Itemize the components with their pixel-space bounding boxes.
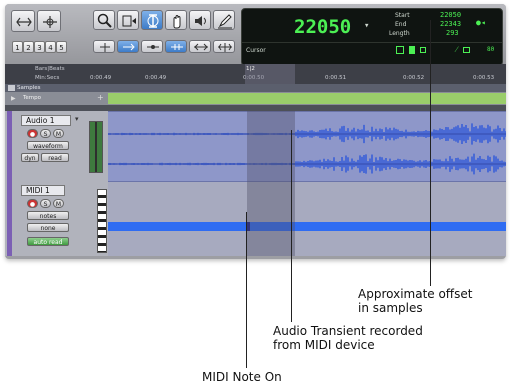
end-label: End: [395, 21, 407, 28]
dyn-button[interactable]: dyn: [21, 153, 39, 162]
min-secs-ruler-label: Min:Secs: [35, 75, 60, 81]
nudge-icon[interactable]: [409, 46, 415, 54]
link-timeline-button[interactable]: [93, 40, 115, 53]
trim-tool[interactable]: [117, 10, 139, 30]
counter-divider: [242, 42, 502, 43]
midi-keyboard[interactable]: [97, 189, 107, 253]
offset-annotation-line1: Approximate offset: [358, 287, 473, 301]
record-enable-button[interactable]: ●: [27, 129, 38, 138]
spot-mode-button[interactable]: [37, 10, 61, 32]
ruler-tick-4: 0:00.52: [403, 75, 425, 81]
ruler-tick-3: 0:00.51: [325, 75, 347, 81]
tab-to-transient-button[interactable]: [117, 40, 139, 53]
zoom-preset-5[interactable]: 5: [56, 41, 67, 53]
midi-view-selector[interactable]: notes: [27, 211, 69, 220]
scrubber-tool[interactable]: [189, 10, 211, 30]
audio-waveform: [108, 123, 506, 175]
ruler-menu-icon[interactable]: [8, 85, 15, 91]
ruler-marker-label: 1|2: [246, 66, 255, 72]
nudge-grid-icon[interactable]: [463, 47, 470, 53]
mirror-midi-button[interactable]: [141, 40, 163, 53]
offset-annotation-line2: in samples: [358, 301, 423, 315]
timeline-selection[interactable]: [247, 111, 295, 256]
tempo-label: Tempo: [23, 95, 42, 101]
main-counter-value[interactable]: 22050: [294, 16, 351, 38]
ruler-tick-5: 0:00.53: [473, 75, 495, 81]
offset-callout-line: [430, 20, 431, 286]
sync-indicator-icon: ●◂: [476, 18, 486, 27]
note-on-annotation: MIDI Note On: [202, 370, 282, 384]
audio-track-color-bar: [7, 111, 12, 181]
midi-track-name-box[interactable]: MIDI 1: [21, 185, 65, 196]
midi-automation-mode-selector[interactable]: auto read: [27, 237, 69, 246]
grid-icon[interactable]: [396, 46, 404, 54]
midi-track-color-bar: [7, 181, 12, 256]
ruler-tick-1: 0:00.49: [145, 75, 167, 81]
mute-button[interactable]: M: [53, 129, 64, 138]
insertion-follows-playback-button[interactable]: [165, 40, 187, 53]
tempo-expand-icon[interactable]: ▶: [11, 95, 16, 102]
midi-record-enable-button[interactable]: ●: [27, 199, 38, 208]
pencil-small-icon[interactable]: ⁄: [456, 45, 457, 54]
start-label: Start: [395, 12, 410, 19]
track-view-selector[interactable]: waveform: [27, 141, 69, 150]
audio-track-menu-icon[interactable]: ▾: [75, 115, 79, 123]
tempo-lane: [108, 93, 506, 104]
transient-callout-line: [291, 130, 292, 322]
zoom-tool[interactable]: [93, 10, 115, 30]
length-value[interactable]: 293: [446, 29, 459, 37]
main-counter-display: 22050 ▾ Start End Length 22050 22343 293…: [241, 8, 503, 66]
transient-annotation-line2: from MIDI device: [273, 338, 375, 352]
note-on-callout-line: [246, 212, 247, 368]
zoom-toggle-button[interactable]: [189, 40, 211, 53]
waveform-channel-left: [108, 123, 506, 145]
audio-lane: [108, 111, 506, 181]
cursor-label: Cursor: [246, 47, 266, 54]
pencil-tool[interactable]: [213, 10, 235, 30]
solo-button[interactable]: S: [40, 129, 51, 138]
midi-mute-button[interactable]: M: [53, 199, 64, 208]
link-track-edit-button[interactable]: [213, 40, 235, 53]
automation-mode-selector[interactable]: read: [41, 153, 69, 162]
selector-tool[interactable]: [141, 10, 163, 30]
midi-input-selector[interactable]: none: [27, 223, 69, 232]
shuffle-mode-button[interactable]: [11, 10, 35, 32]
audio-track-name-box[interactable]: Audio 1: [21, 115, 71, 126]
samples-ruler-label: Samples: [17, 85, 41, 91]
counter-dropdown-icon[interactable]: ▾: [364, 21, 369, 31]
length-label: Length: [389, 30, 410, 37]
transient-annotation-line1: Audio Transient recorded: [273, 324, 423, 338]
midi-solo-button[interactable]: S: [40, 199, 51, 208]
zoom-preset-3[interactable]: 3: [34, 41, 45, 53]
end-value[interactable]: 22343: [440, 20, 461, 28]
ruler-tick-0: 0:00.49: [90, 75, 112, 81]
audio-track-meter: [89, 121, 103, 173]
midi-lane: [108, 181, 506, 256]
zoom-preset-2[interactable]: 2: [23, 41, 34, 53]
zoom-preset-4[interactable]: 4: [45, 41, 56, 53]
edit-indicator-icon: [420, 47, 426, 53]
zoom-preset-1[interactable]: 1: [12, 41, 23, 53]
midi-note-bar-left[interactable]: [108, 222, 247, 231]
waveform-channel-right: [108, 153, 506, 175]
bars-beats-ruler-label: Bars|Beats: [35, 66, 65, 72]
tempo-add-icon[interactable]: +: [97, 93, 104, 102]
start-value[interactable]: 22050: [440, 11, 461, 19]
grabber-tool[interactable]: [165, 10, 187, 30]
nudge-value[interactable]: 80: [487, 46, 494, 53]
